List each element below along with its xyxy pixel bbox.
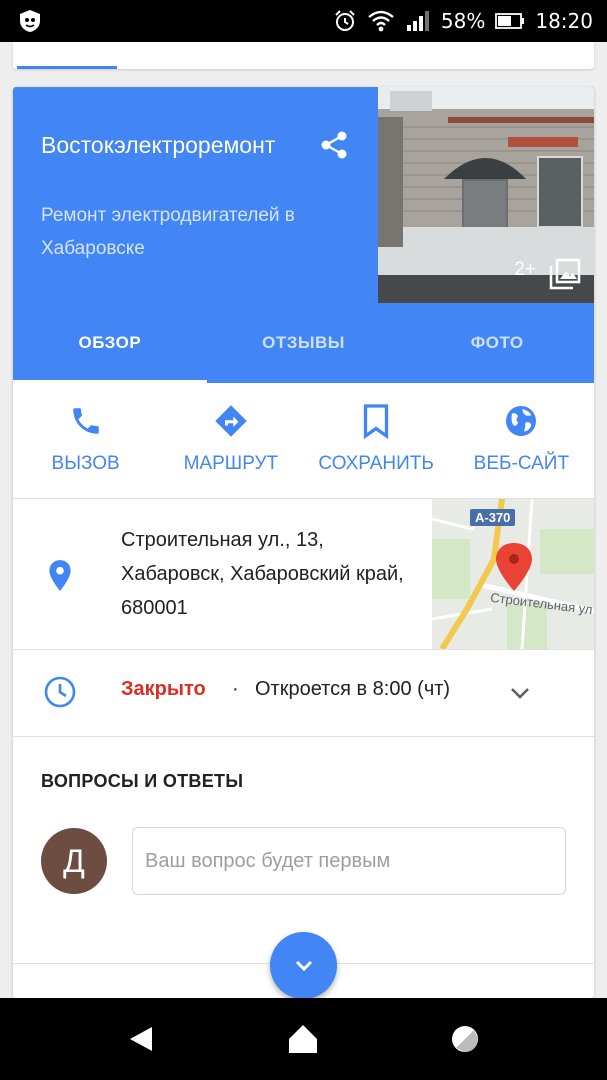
tab-photos[interactable]: ФОТО	[400, 303, 594, 383]
navigation-bar	[0, 998, 607, 1080]
app-icon	[20, 10, 40, 32]
open-status: Закрыто	[121, 678, 206, 700]
phone-icon	[72, 408, 99, 434]
alarm-icon	[335, 10, 355, 31]
chevron-down-icon	[295, 960, 312, 971]
clock-icon	[44, 676, 76, 708]
hours-separator: ·	[232, 678, 239, 700]
back-button[interactable]	[124, 1022, 158, 1056]
status-bar: 58% 18:20	[0, 0, 607, 42]
home-icon	[289, 1025, 317, 1053]
back-icon	[130, 1027, 152, 1051]
tab-bar: ОБЗОР ОТЗЫВЫ ФОТО	[13, 303, 594, 383]
bookmark-icon	[363, 404, 389, 439]
directions-button[interactable]: МАРШРУТ	[158, 383, 303, 498]
website-button[interactable]: ВЕБ-САЙТ	[449, 383, 594, 498]
gallery-icon[interactable]	[548, 257, 582, 291]
map-thumbnail[interactable]: A-370 Строительная ул	[432, 499, 594, 649]
recents-button[interactable]	[448, 1022, 482, 1056]
globe-icon	[506, 406, 537, 436]
tab-indicator	[17, 66, 117, 69]
avatar: Д	[41, 828, 107, 894]
tab-overview[interactable]: ОБЗОР	[13, 303, 207, 383]
tab-reviews[interactable]: ОТЗЫВЫ	[207, 303, 401, 383]
share-icon[interactable]	[319, 130, 349, 160]
place-name: Востокэлектроремонт	[41, 132, 276, 158]
previous-card	[13, 42, 594, 69]
wifi-icon	[368, 10, 394, 32]
recents-icon	[452, 1026, 478, 1052]
place-card: Востокэлектроремонт Ремонт электродвигат…	[13, 87, 594, 998]
clock-time: 18:20	[535, 9, 593, 33]
save-label: СОХРАНИТЬ	[318, 453, 434, 474]
location-pin-icon	[49, 560, 71, 591]
battery-icon	[495, 13, 525, 29]
expand-button[interactable]	[270, 932, 337, 999]
signal-icon	[406, 11, 429, 31]
place-header: Востокэлектроремонт Ремонт электродвигат…	[13, 87, 594, 303]
action-bar: ВЫЗОВ МАРШРУТ СОХРАНИТЬ ВЕБ-САЙТ	[13, 383, 594, 499]
question-input[interactable]: Ваш вопрос будет первым	[132, 827, 566, 895]
next-opening: Откроется в 8:00 (чт)	[255, 678, 451, 700]
hours-row[interactable]: Закрыто · Откроется в 8:00 (чт)	[13, 650, 594, 737]
address-text: Строительная ул., 13, Хабаровск, Хабаров…	[121, 529, 404, 619]
call-button[interactable]: ВЫЗОВ	[13, 383, 158, 498]
home-button[interactable]	[286, 1022, 320, 1056]
directions-label: МАРШРУТ	[183, 453, 279, 474]
place-photo[interactable]: 2+	[378, 87, 594, 303]
battery-percent: 58%	[440, 9, 486, 33]
website-label: ВЕБ-САЙТ	[473, 453, 570, 474]
chevron-down-icon[interactable]	[507, 680, 533, 706]
call-label: ВЫЗОВ	[51, 453, 120, 474]
address-row[interactable]: Строительная ул., 13, Хабаровск, Хабаров…	[13, 499, 594, 650]
qa-section-title: ВОПРОСЫ И ОТВЕТЫ	[41, 771, 244, 791]
save-button[interactable]: СОХРАНИТЬ	[304, 383, 449, 498]
place-category: Ремонт электродвигателей в Хабаровске	[41, 205, 295, 259]
directions-icon	[215, 405, 247, 437]
photo-count: 2+	[514, 259, 536, 280]
route-shield: A-370	[470, 509, 516, 526]
